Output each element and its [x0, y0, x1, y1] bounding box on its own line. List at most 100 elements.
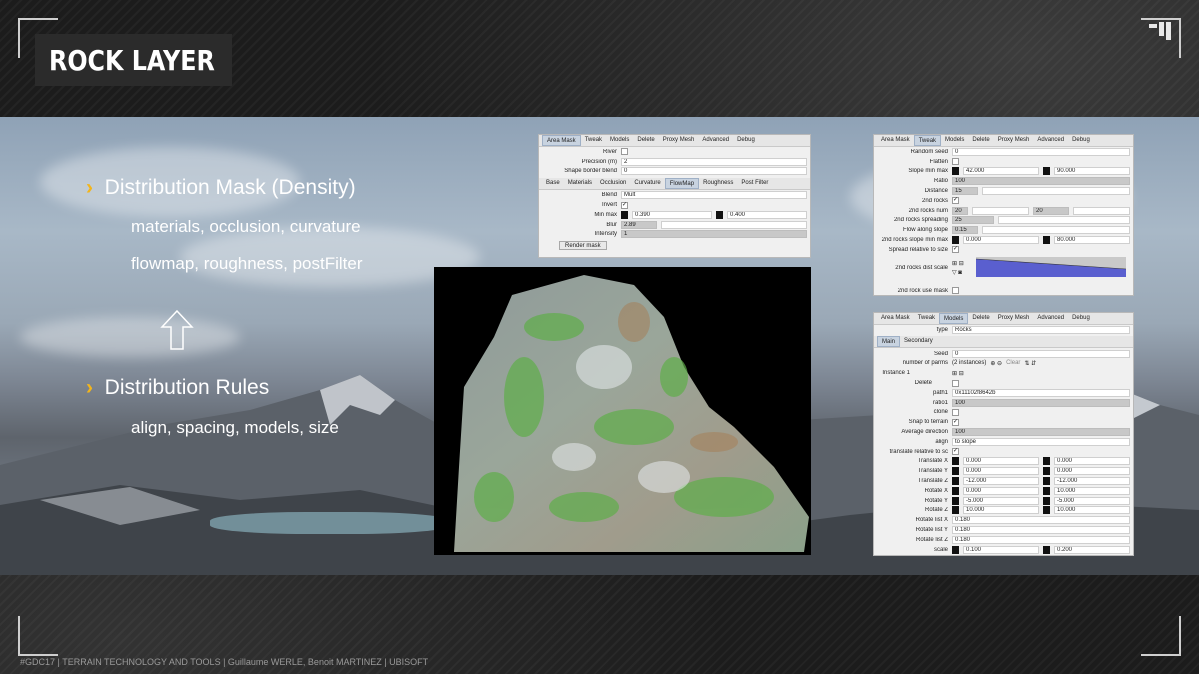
- subtab-flowmap[interactable]: FlowMap: [664, 178, 700, 190]
- tab-tweak[interactable]: Tweak: [913, 135, 942, 146]
- rotate-list-z-field[interactable]: 0.180: [952, 535, 1130, 544]
- color-swatch[interactable]: [952, 467, 959, 476]
- avg-direction-slider[interactable]: 100: [952, 428, 1130, 437]
- color-swatch[interactable]: [1043, 457, 1050, 466]
- color-swatch[interactable]: [1043, 477, 1050, 486]
- tab-debug[interactable]: Debug: [1068, 313, 1094, 324]
- slider-track[interactable]: [972, 206, 1029, 215]
- delete-checkbox[interactable]: [952, 379, 959, 387]
- blend-select[interactable]: Mult: [621, 191, 807, 200]
- tab-models[interactable]: Models: [939, 313, 969, 324]
- flow-along-slope-slider[interactable]: 0.15: [952, 226, 978, 235]
- min-field[interactable]: -5.000: [963, 496, 1039, 505]
- tab-area-mask[interactable]: Area Mask: [542, 135, 581, 146]
- tab-tweak[interactable]: Tweak: [914, 313, 939, 324]
- river-checkbox[interactable]: [621, 148, 628, 156]
- subtab-roughness[interactable]: Roughness: [699, 178, 737, 189]
- slider-track[interactable]: [982, 226, 1130, 235]
- clear-button[interactable]: Clear: [1006, 360, 1020, 367]
- add-instance-icon[interactable]: ⊕ ⊖: [990, 360, 1002, 367]
- rotate-list-y-field[interactable]: 0.180: [952, 526, 1130, 535]
- color-swatch[interactable]: [1043, 467, 1050, 476]
- distance-slider[interactable]: 15: [952, 187, 978, 196]
- precision-field[interactable]: 2: [621, 157, 807, 166]
- max-field[interactable]: 10.000: [1054, 506, 1130, 515]
- min-field[interactable]: 0.000: [963, 467, 1039, 476]
- slope-min-field[interactable]: 0.000: [963, 236, 1039, 245]
- ratio-slider[interactable]: 100: [952, 398, 1130, 407]
- max-field[interactable]: 0.000: [1054, 467, 1130, 476]
- tab-proxy-mesh[interactable]: Proxy Mesh: [994, 313, 1034, 324]
- color-swatch[interactable]: [952, 496, 959, 505]
- slope-min-field[interactable]: 42.000: [963, 167, 1039, 176]
- distance-slider-track[interactable]: [982, 187, 1130, 196]
- subtab-curvature[interactable]: Curvature: [630, 178, 664, 189]
- min-field[interactable]: 0.000: [963, 486, 1039, 495]
- max-field[interactable]: 0.400: [727, 210, 807, 219]
- color-swatch[interactable]: [1043, 545, 1050, 554]
- slope-max-field[interactable]: 90.000: [1054, 167, 1130, 176]
- 2nd-rocks-checkbox[interactable]: ✓: [952, 197, 959, 205]
- curve-add-icon[interactable]: ⊞ ⊟: [952, 260, 972, 267]
- min-field[interactable]: 0.390: [632, 210, 712, 219]
- max-field[interactable]: -5.000: [1054, 496, 1130, 505]
- tab-delete[interactable]: Delete: [968, 135, 993, 146]
- rotate-list-x-field[interactable]: 0.180: [952, 516, 1130, 525]
- slider-track[interactable]: [1073, 206, 1130, 215]
- color-swatch[interactable]: [1043, 496, 1050, 505]
- scale-min-field[interactable]: 0.100: [963, 545, 1039, 554]
- ratio-slider[interactable]: 100: [952, 177, 1130, 186]
- slider-track[interactable]: [998, 216, 1130, 225]
- sort-icon[interactable]: ⇅ ⇵: [1024, 360, 1036, 367]
- min-field[interactable]: 10.000: [963, 506, 1039, 515]
- subtab-secondary[interactable]: Secondary: [900, 336, 937, 347]
- slope-max-field[interactable]: 80.000: [1054, 236, 1130, 245]
- subtab-base[interactable]: Base: [542, 178, 564, 189]
- scale-max-field[interactable]: 0.200: [1054, 545, 1130, 554]
- seed-field[interactable]: 0: [952, 349, 1130, 358]
- color-swatch[interactable]: [952, 236, 959, 245]
- blur-slider-track[interactable]: [661, 220, 807, 229]
- align-select[interactable]: to slope: [952, 437, 1130, 446]
- intensity-slider[interactable]: 1: [621, 230, 807, 239]
- blur-slider[interactable]: 2.89: [621, 220, 657, 229]
- spread-relative-checkbox[interactable]: ✓: [952, 246, 959, 254]
- 2nd-rocks-num-slider[interactable]: 20: [952, 206, 968, 215]
- tab-area-mask[interactable]: Area Mask: [877, 135, 914, 146]
- tab-proxy-mesh[interactable]: Proxy Mesh: [994, 135, 1034, 146]
- min-field[interactable]: 0.000: [963, 457, 1039, 466]
- color-swatch[interactable]: [952, 506, 959, 515]
- 2nd-rocks-num-slider-2[interactable]: 20: [1033, 206, 1069, 215]
- color-swatch[interactable]: [952, 167, 959, 176]
- snap-terrain-checkbox[interactable]: ✓: [952, 418, 959, 426]
- min-field[interactable]: -12.000: [963, 477, 1039, 486]
- subtab-materials[interactable]: Materials: [564, 178, 596, 189]
- render-mask-button[interactable]: Render mask: [559, 240, 607, 250]
- subtab-occlusion[interactable]: Occlusion: [596, 178, 630, 189]
- random-seed-field[interactable]: 0: [952, 147, 1130, 156]
- tab-models[interactable]: Models: [606, 135, 633, 146]
- max-field[interactable]: 0.000: [1054, 457, 1130, 466]
- color-swatch[interactable]: [621, 210, 628, 219]
- invert-checkbox[interactable]: ✓: [621, 201, 628, 209]
- color-swatch[interactable]: [1043, 506, 1050, 515]
- subtab-main[interactable]: Main: [877, 335, 901, 347]
- tab-area-mask[interactable]: Area Mask: [877, 313, 914, 324]
- color-swatch[interactable]: [952, 457, 959, 466]
- tab-advanced[interactable]: Advanced: [1033, 313, 1068, 324]
- path-field[interactable]: 0x11102f8642b: [952, 388, 1130, 397]
- color-swatch[interactable]: [716, 210, 723, 219]
- color-swatch[interactable]: [952, 486, 959, 495]
- tab-delete[interactable]: Delete: [968, 313, 993, 324]
- type-select[interactable]: Rocks: [952, 325, 1130, 334]
- tab-advanced[interactable]: Advanced: [698, 135, 733, 146]
- translate-relative-checkbox[interactable]: ✓: [952, 448, 959, 456]
- tab-models[interactable]: Models: [941, 135, 968, 146]
- color-swatch[interactable]: [1043, 236, 1050, 245]
- color-swatch[interactable]: [952, 545, 959, 554]
- color-swatch[interactable]: [952, 477, 959, 486]
- tab-tweak[interactable]: Tweak: [581, 135, 606, 146]
- tab-advanced[interactable]: Advanced: [1033, 135, 1068, 146]
- tab-debug[interactable]: Debug: [733, 135, 759, 146]
- max-field[interactable]: -12.000: [1054, 477, 1130, 486]
